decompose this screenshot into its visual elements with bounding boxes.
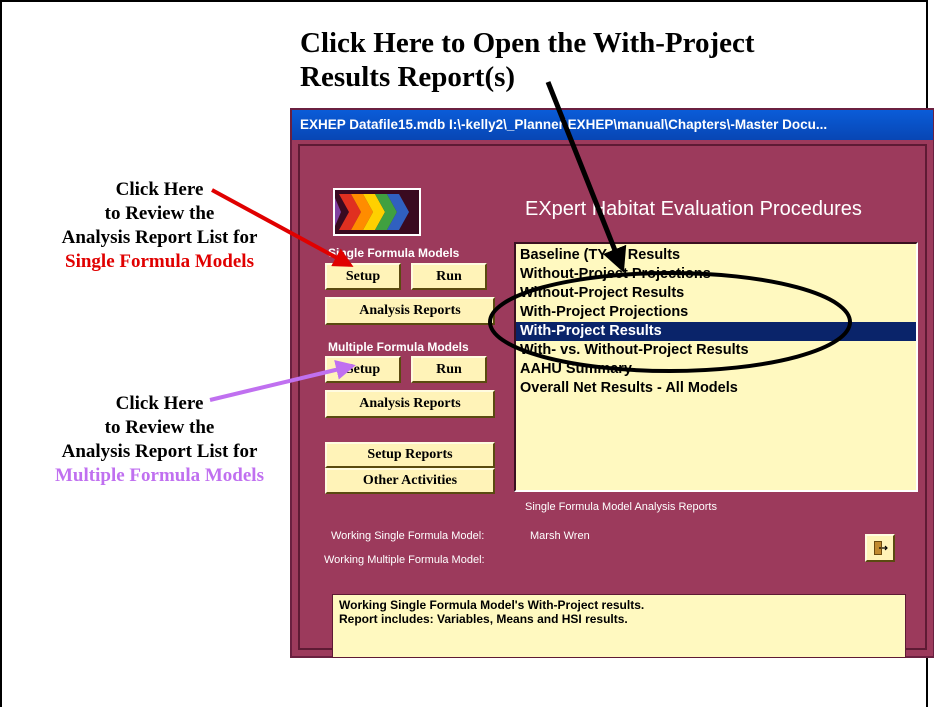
other-activities-button[interactable]: Other Activities xyxy=(325,468,495,494)
callout-highlight: Single Formula Models xyxy=(65,251,254,272)
top-callout-line1: Click Here to Open the With-Project xyxy=(300,27,755,59)
report-description: Working Single Formula Model's With-Proj… xyxy=(332,594,906,658)
callout-line: Analysis Report List for xyxy=(61,227,258,248)
report-item[interactable]: AAHU Summary xyxy=(516,360,916,379)
description-line: Report includes: Variables, Means and HS… xyxy=(339,612,628,626)
callout-line: Click Here xyxy=(115,393,204,414)
multiple-models-callout: Click Here to Review the Analysis Report… xyxy=(22,392,297,488)
report-item-selected[interactable]: With-Project Results xyxy=(516,322,916,341)
multiple-setup-button[interactable]: Setup xyxy=(325,356,401,383)
description-line: Working Single Formula Model's With-Proj… xyxy=(339,598,645,612)
callout-line: to Review the xyxy=(104,417,215,438)
single-formula-group-label: Single Formula Models xyxy=(328,246,460,260)
multiple-analysis-reports-button[interactable]: Analysis Reports xyxy=(325,390,495,418)
callout-line: Click Here xyxy=(115,179,204,200)
top-callout-line2: Results Report(s) xyxy=(300,61,516,93)
single-run-button[interactable]: Run xyxy=(411,263,487,290)
report-listbox[interactable]: Baseline (TY 0) Results Without-Project … xyxy=(514,242,918,492)
report-item[interactable]: Baseline (TY 0) Results xyxy=(516,246,916,265)
setup-reports-button[interactable]: Setup Reports xyxy=(325,442,495,468)
report-item[interactable]: Overall Net Results - All Models xyxy=(516,379,916,398)
report-item[interactable]: Without-Project Projections xyxy=(516,265,916,284)
top-callout: Click Here to Open the With-Project Resu… xyxy=(300,26,755,94)
single-models-callout: Click Here to Review the Analysis Report… xyxy=(22,178,297,274)
report-item[interactable]: With- vs. Without-Project Results xyxy=(516,341,916,360)
main-form: EXpert Habitat Evaluation Procedures Sin… xyxy=(298,144,927,658)
exhep-window: EXHEP Datafile15.mdb I:\-kelly2\_Planner… xyxy=(290,108,934,658)
report-item[interactable]: Without-Project Results xyxy=(516,284,916,303)
chevron-arrows-logo xyxy=(333,188,421,236)
callout-line: to Review the xyxy=(104,203,215,224)
app-heading: EXpert Habitat Evaluation Procedures xyxy=(525,198,862,220)
window-titlebar[interactable]: EXHEP Datafile15.mdb I:\-kelly2\_Planner… xyxy=(292,110,933,140)
multiple-formula-group-label: Multiple Formula Models xyxy=(328,340,469,354)
report-item[interactable]: With-Project Projections xyxy=(516,303,916,322)
single-setup-button[interactable]: Setup xyxy=(325,263,401,290)
single-analysis-reports-button[interactable]: Analysis Reports xyxy=(325,297,495,325)
working-single-value: Marsh Wren xyxy=(530,530,590,542)
working-multiple-label: Working Multiple Formula Model: xyxy=(324,554,485,566)
working-single-label: Working Single Formula Model: xyxy=(331,530,485,542)
list-caption: Single Formula Model Analysis Reports xyxy=(525,501,717,513)
exit-button[interactable] xyxy=(865,534,895,562)
exit-door-icon xyxy=(874,541,888,555)
callout-line: Analysis Report List for xyxy=(61,441,258,462)
multiple-run-button[interactable]: Run xyxy=(411,356,487,383)
callout-highlight: Multiple Formula Models xyxy=(55,465,264,486)
